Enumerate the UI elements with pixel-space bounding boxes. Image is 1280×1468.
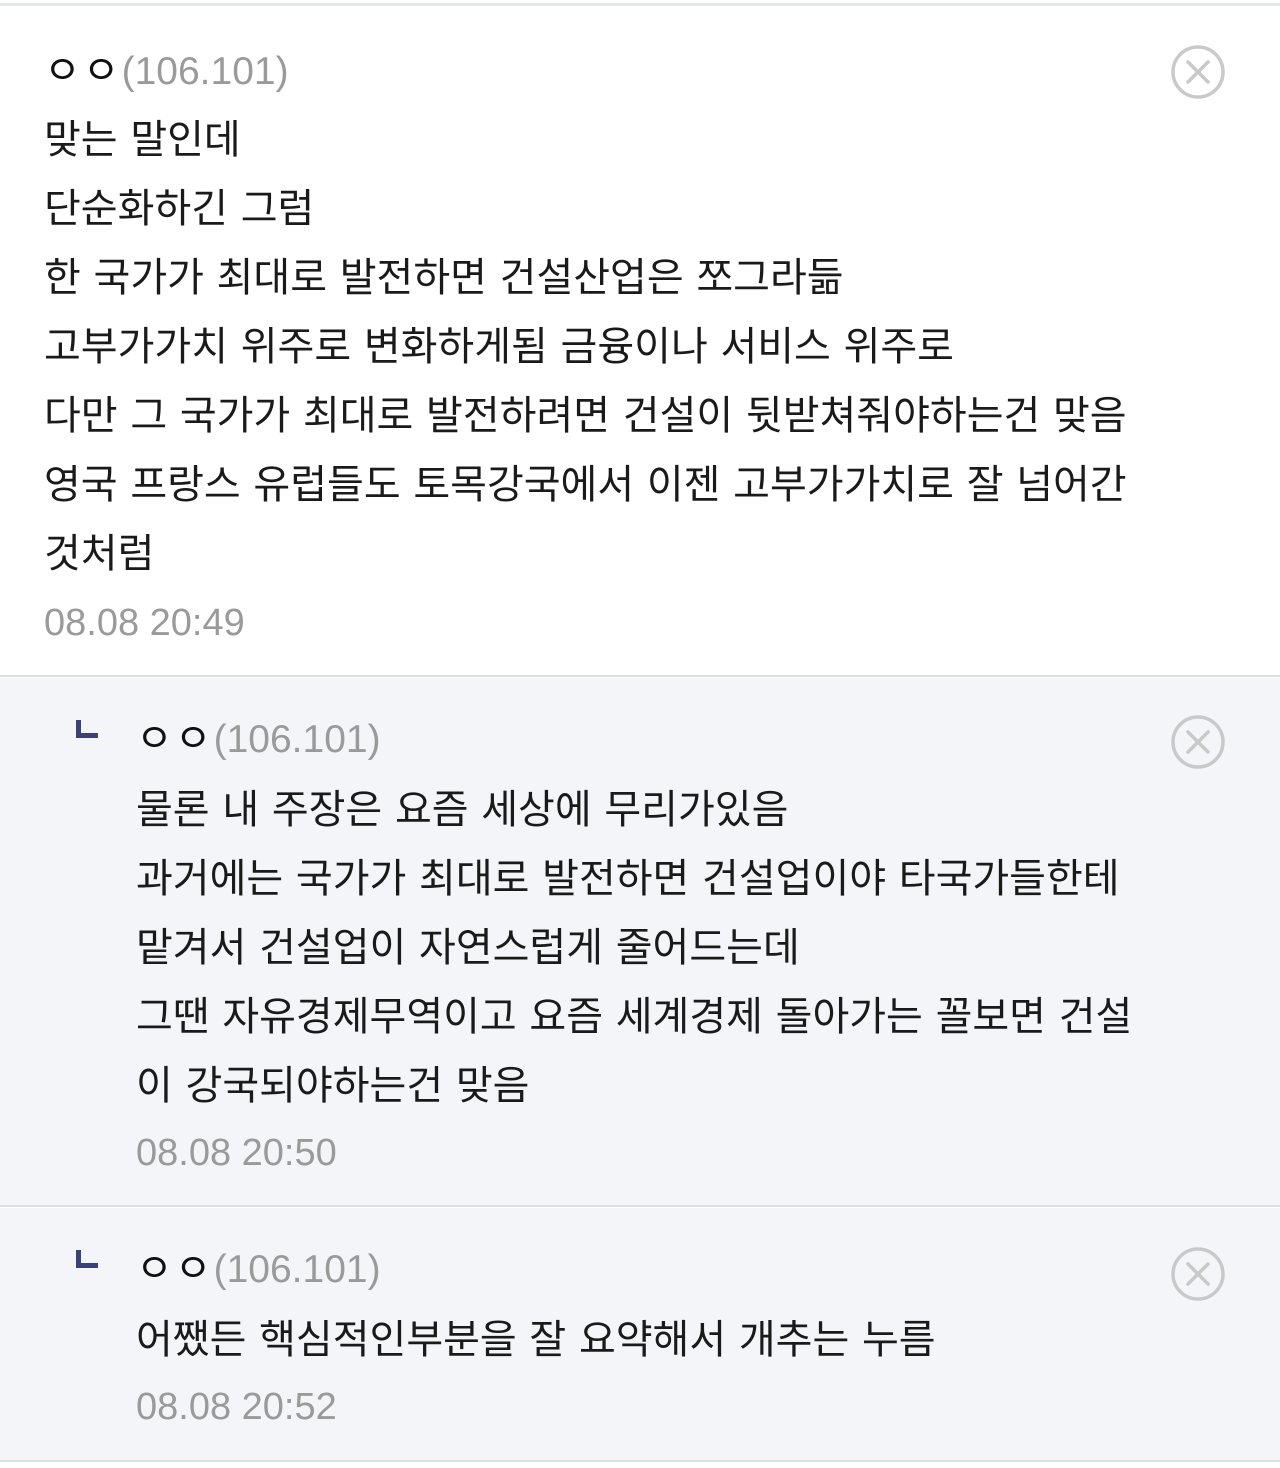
comment-line: 다만 그 국가가 최대로 발전하려면 건설이 뒷받쳐줘야하는건 맞음	[44, 393, 1127, 439]
comment-line: 맞는 말인데	[44, 117, 241, 163]
comment-list: ㅇㅇ (106.101) 맞는 말인데 단순화하긴 그럼 한 국가가 최대로 발…	[0, 0, 1280, 1468]
ip-address: (106.101)	[213, 718, 381, 761]
nickname[interactable]: ㅇㅇ	[136, 1236, 214, 1294]
ip-address: (106.101)	[213, 1248, 381, 1291]
comment-line: 과거에는 국가가 최대로 발전하면 건설업이야 타국가들한테	[136, 856, 1120, 902]
reply-item: ㅇㅇ (106.101) 물론 내 주장은 요즘 세상에 무리가있음 과거에는 …	[0, 678, 1280, 1205]
comment-line: 단순화하긴 그럼	[44, 186, 315, 232]
delete-button[interactable]	[1170, 1246, 1226, 1302]
comment-item: ㅇㅇ (106.101) 맞는 말인데 단순화하긴 그럼 한 국가가 최대로 발…	[0, 6, 1280, 676]
comment-timestamp: 08.08 20:49	[44, 602, 245, 644]
comment-line: 맡겨서 건설업이 자연스럽게 줄어드는데	[136, 925, 800, 971]
comment-body: 어쨌든 핵심적인부분을 잘 요약해서 개추는 누름	[136, 1306, 936, 1375]
comment-header: ㅇㅇ (106.101)	[44, 38, 289, 98]
comment-timestamp: 08.08 20:52	[136, 1386, 337, 1428]
close-circle-icon	[1171, 1247, 1225, 1301]
reply-item: ㅇㅇ (106.101) 어쨌든 핵심적인부분을 잘 요약해서 개추는 누름 0…	[0, 1208, 1280, 1460]
ip-address: (106.101)	[121, 50, 289, 93]
delete-button[interactable]	[1170, 44, 1226, 100]
close-circle-icon	[1171, 45, 1225, 99]
comment-line: 영국 프랑스 유럽들도 토목강국에서 이젠 고부가가치로 잘 넘어간	[44, 462, 1127, 508]
nickname[interactable]: ㅇㅇ	[44, 38, 122, 96]
comment-body: 물론 내 주장은 요즘 세상에 무리가있음 과거에는 국가가 최대로 발전하면 …	[136, 776, 1132, 1121]
reply-arrow-icon	[76, 1250, 98, 1268]
comment-line: 한 국가가 최대로 발전하면 건설산업은 쪼그라듦	[44, 255, 844, 301]
comment-line: 고부가가치 위주로 변화하게됨 금융이나 서비스 위주로	[44, 324, 954, 370]
comment-line: 물론 내 주장은 요즘 세상에 무리가있음	[136, 787, 789, 833]
reply-arrow-icon	[76, 720, 98, 738]
delete-button[interactable]	[1170, 714, 1226, 770]
comment-line: 그땐 자유경제무역이고 요즘 세계경제 돌아가는 꼴보면 건설	[136, 994, 1133, 1040]
comment-line: 어쨌든 핵심적인부분을 잘 요약해서 개추는 누름	[136, 1317, 936, 1363]
comment-timestamp: 08.08 20:50	[136, 1132, 337, 1174]
comment-line: 이 강국되야하는건 맞음	[136, 1063, 530, 1109]
divider	[0, 1205, 1280, 1207]
comment-header: ㅇㅇ (106.101)	[136, 706, 381, 766]
comment-body: 맞는 말인데 단순화하긴 그럼 한 국가가 최대로 발전하면 건설산업은 쪼그라…	[44, 106, 1127, 589]
close-circle-icon	[1171, 715, 1225, 769]
comment-line: 것처럼	[44, 531, 155, 577]
nickname[interactable]: ㅇㅇ	[136, 706, 214, 764]
divider	[0, 1460, 1280, 1462]
divider	[0, 675, 1280, 677]
comment-header: ㅇㅇ (106.101)	[136, 1236, 381, 1296]
